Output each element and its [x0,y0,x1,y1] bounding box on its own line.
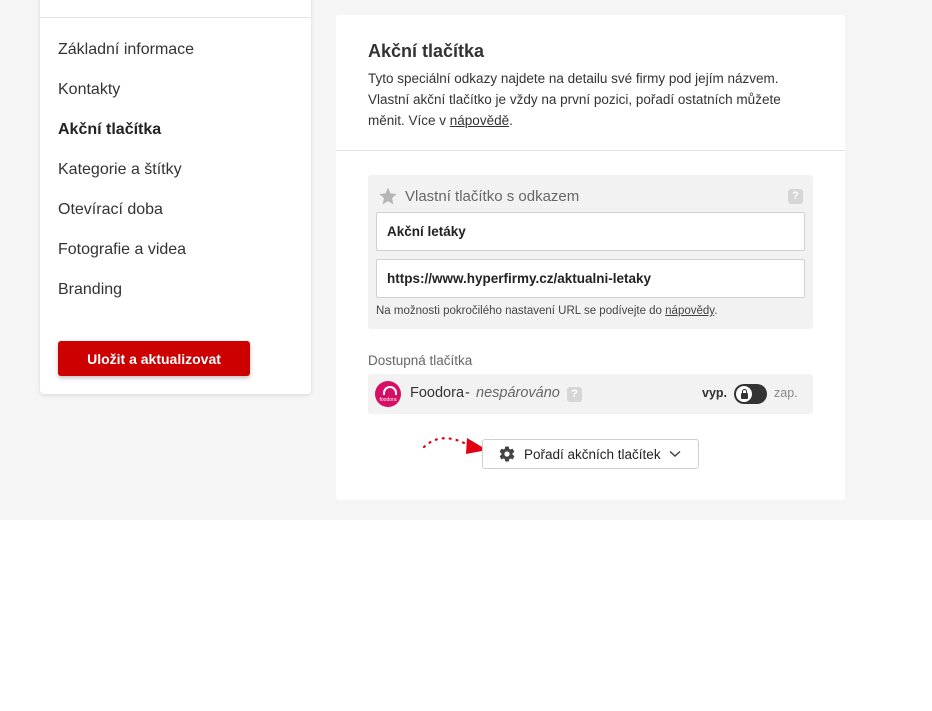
custom-button-url-field[interactable] [376,259,805,298]
toggle-on-label: zap. [774,386,798,400]
card-divider [336,150,845,151]
url-note-end: . [714,305,718,317]
description-end: . [509,113,513,128]
sidebar-item-zakladni-informace[interactable]: Základní informace [58,38,194,78]
custom-button-header: Vlastní tlačítko s odkazem [378,186,579,206]
help-icon[interactable]: ? [788,189,803,204]
sidebar-nav: Základní informace Kontakty Akční tlačít… [58,38,194,318]
available-button-status: nespárováno [476,385,560,401]
url-help-link[interactable]: nápovědy [665,305,714,317]
order-buttons-button[interactable]: Pořadí akčních tlačítek [482,439,699,469]
foodora-toggle[interactable] [734,384,767,404]
custom-button-name-field[interactable] [376,212,805,251]
toggle-knob [736,386,752,402]
available-button-separator: - [465,385,470,401]
url-help-note: Na možnosti pokročilého nastavení URL se… [376,305,717,317]
order-buttons-label: Pořadí akčních tlačítek [524,446,661,462]
custom-button-panel: Vlastní tlačítko s odkazem ? Na možnosti… [368,175,813,329]
action-buttons-card: Akční tlačítka Tyto speciální odkazy naj… [336,15,845,500]
page-title: Akční tlačítka [368,41,485,61]
sidebar-item-kategorie[interactable]: Kategorie a štítky [58,158,194,198]
foodora-logo: foodora [375,381,401,407]
custom-button-title: Vlastní tlačítko s odkazem [405,187,580,205]
foodora-logo-text: foodora [379,397,397,403]
sidebar-divider [40,17,311,18]
sidebar-item-fotografie[interactable]: Fotografie a videa [58,238,194,278]
sidebar-item-akcni-tlacitka[interactable]: Akční tlačítka [58,118,194,158]
page-description: Tyto speciální odkazy najdete na detailu… [368,68,818,131]
gear-icon [499,446,515,462]
available-button-name: Foodora [410,385,465,401]
lock-icon [740,389,748,399]
chevron-down-icon [669,450,681,458]
sidebar-item-kontakty[interactable]: Kontakty [58,78,194,118]
help-icon[interactable]: ? [567,387,582,402]
available-buttons-label: Dostupná tlačítka [368,353,473,368]
star-icon [379,187,397,205]
sidebar-item-branding[interactable]: Branding [58,278,194,318]
toggle-off-label: vyp. [702,386,728,400]
description-text: Tyto speciální odkazy najdete na detailu… [368,71,781,128]
help-link[interactable]: nápovědě [450,113,509,128]
sidebar: Základní informace Kontakty Akční tlačít… [40,0,311,394]
save-button[interactable]: Uložit a aktualizovat [58,341,250,376]
sidebar-item-oteviraci-doba[interactable]: Otevírací doba [58,198,194,238]
available-button-row: foodora Foodora - nespárováno ? vyp. zap… [368,374,813,414]
url-note-text: Na možnosti pokročilého nastavení URL se… [376,305,666,317]
